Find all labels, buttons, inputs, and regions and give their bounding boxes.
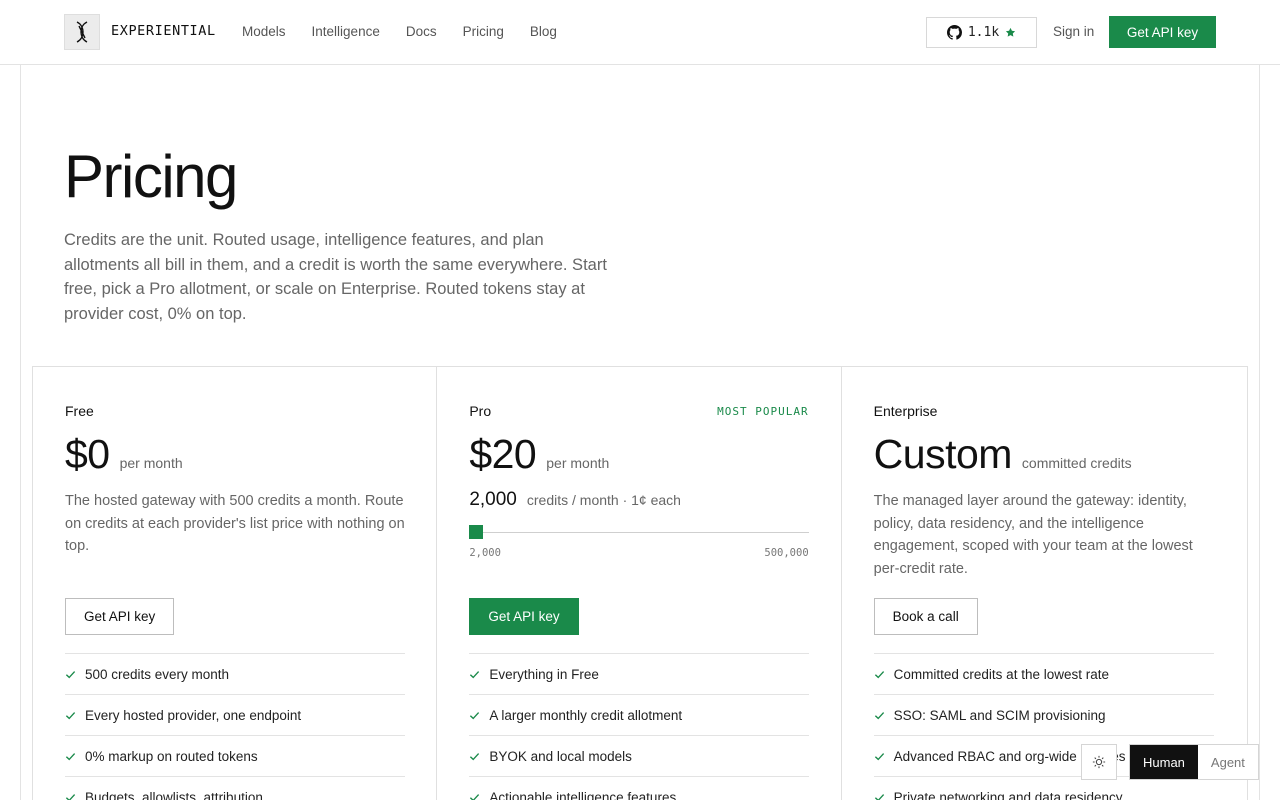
- slider-min-label: 2,000: [469, 547, 501, 559]
- check-icon: [470, 752, 480, 760]
- theme-toggle-button[interactable]: [1081, 744, 1117, 780]
- plan-features: 500 credits every month Every hosted pro…: [65, 653, 405, 800]
- feature-label: Private networking and data residency: [893, 789, 1123, 800]
- credits-meta: credits / month · 1¢ each: [526, 492, 681, 508]
- check-icon: [65, 793, 76, 800]
- check-icon: [874, 670, 884, 678]
- plan-features: Everything in Free A larger monthly cred…: [469, 653, 810, 800]
- sun-icon: [1092, 755, 1106, 769]
- audience-mode-toggle: Human Agent: [1129, 744, 1259, 780]
- plan-price: $0: [65, 431, 110, 477]
- plan-card-pro: Pro MOST POPULAR $20 per month 2,000 cre…: [437, 367, 842, 800]
- plan-price: Custom: [873, 431, 1013, 477]
- check-icon: [65, 711, 76, 719]
- plan-card-free: Free $0 per month The hosted gateway wit…: [33, 367, 438, 800]
- list-item: A larger monthly credit allotment: [469, 694, 810, 735]
- page-description: Credits are the unit. Routed usage, inte…: [64, 231, 607, 323]
- slider-max-label: 500,000: [764, 547, 809, 559]
- check-icon: [65, 670, 76, 678]
- plan-description: The managed layer around the gateway: id…: [873, 493, 1193, 577]
- check-icon: [65, 752, 76, 760]
- feature-label: A larger monthly credit allotment: [489, 707, 683, 723]
- plan-price: $20: [469, 431, 537, 477]
- credits-amount: 2,000: [469, 489, 517, 510]
- sign-in-link[interactable]: Sign in: [1053, 24, 1094, 39]
- github-icon: [946, 25, 962, 40]
- top-navigation-bar: EXPERIENTIAL Models Intelligence Docs Pr…: [0, 0, 1280, 65]
- feature-label: Committed credits at the lowest rate: [893, 666, 1109, 682]
- pro-get-api-key-button[interactable]: Get API key: [469, 598, 579, 635]
- check-icon: [874, 711, 884, 719]
- nav-pricing[interactable]: Pricing: [463, 24, 504, 39]
- list-item: SSO: SAML and SCIM provisioning: [873, 694, 1214, 735]
- check-icon: [470, 670, 480, 678]
- price-row: $20 per month: [469, 431, 609, 478]
- plan-price-unit: per month: [119, 455, 183, 471]
- plan-name: Pro: [469, 403, 492, 419]
- plan-price-unit: per month: [546, 455, 610, 471]
- nav-intelligence[interactable]: Intelligence: [312, 24, 380, 39]
- page-title: Pricing: [64, 143, 238, 210]
- credits-slider-track[interactable]: [469, 532, 810, 533]
- github-stars-button[interactable]: 1.1k: [926, 17, 1037, 48]
- nav-blog[interactable]: Blog: [530, 24, 557, 39]
- list-item: Everything in Free: [469, 653, 810, 694]
- plan-description: The hosted gateway with 500 credits a mo…: [65, 493, 405, 554]
- credits-slider-handle[interactable]: [469, 525, 484, 539]
- check-icon: [874, 793, 884, 800]
- check-icon: [470, 793, 480, 800]
- list-item: Actionable intelligence features: [469, 776, 810, 800]
- list-item: 500 credits every month: [65, 653, 405, 694]
- list-item: Committed credits at the lowest rate: [873, 653, 1214, 694]
- nav-docs[interactable]: Docs: [406, 24, 437, 39]
- free-get-api-key-button[interactable]: Get API key: [65, 598, 175, 635]
- brand-name[interactable]: EXPERIENTIAL: [111, 23, 216, 39]
- credits-row: 2,000 credits / month · 1¢ each: [469, 489, 681, 511]
- pricing-cards: Free $0 per month The hosted gateway wit…: [32, 366, 1248, 800]
- nav-models[interactable]: Models: [242, 24, 286, 39]
- feature-label: SSO: SAML and SCIM provisioning: [893, 707, 1106, 723]
- check-icon: [874, 752, 884, 760]
- feature-label: Everything in Free: [489, 666, 599, 682]
- feature-label: Every hosted provider, one endpoint: [85, 707, 302, 723]
- mode-agent-option[interactable]: Agent: [1198, 745, 1258, 779]
- main-nav: Models Intelligence Docs Pricing Blog: [242, 24, 583, 39]
- plan-price-unit: committed credits: [1021, 455, 1132, 471]
- feature-label: 0% markup on routed tokens: [85, 748, 258, 764]
- most-popular-badge: MOST POPULAR: [717, 405, 809, 418]
- price-row: $0 per month: [65, 431, 183, 478]
- github-stars-count: 1.1k: [967, 25, 1000, 40]
- feature-label: 500 credits every month: [85, 666, 230, 682]
- list-item: Every hosted provider, one endpoint: [65, 694, 405, 735]
- star-icon: [1006, 27, 1016, 37]
- feature-label: Actionable intelligence features: [489, 789, 677, 800]
- mode-human-option[interactable]: Human: [1130, 745, 1198, 779]
- get-api-key-button[interactable]: Get API key: [1109, 16, 1216, 48]
- price-row: Custom committed credits: [874, 431, 1132, 478]
- feature-label: Budgets, allowlists, attribution: [85, 789, 263, 800]
- feature-label: BYOK and local models: [489, 748, 632, 764]
- plan-card-enterprise: Enterprise Custom committed credits The …: [842, 367, 1247, 800]
- plan-name: Free: [65, 403, 94, 419]
- list-item: Budgets, allowlists, attribution: [65, 776, 405, 800]
- plan-name: Enterprise: [873, 403, 938, 419]
- list-item: BYOK and local models: [469, 735, 810, 776]
- logo-icon[interactable]: [64, 14, 100, 50]
- check-icon: [470, 711, 480, 719]
- book-a-call-button[interactable]: Book a call: [873, 598, 978, 635]
- list-item: 0% markup on routed tokens: [65, 735, 405, 776]
